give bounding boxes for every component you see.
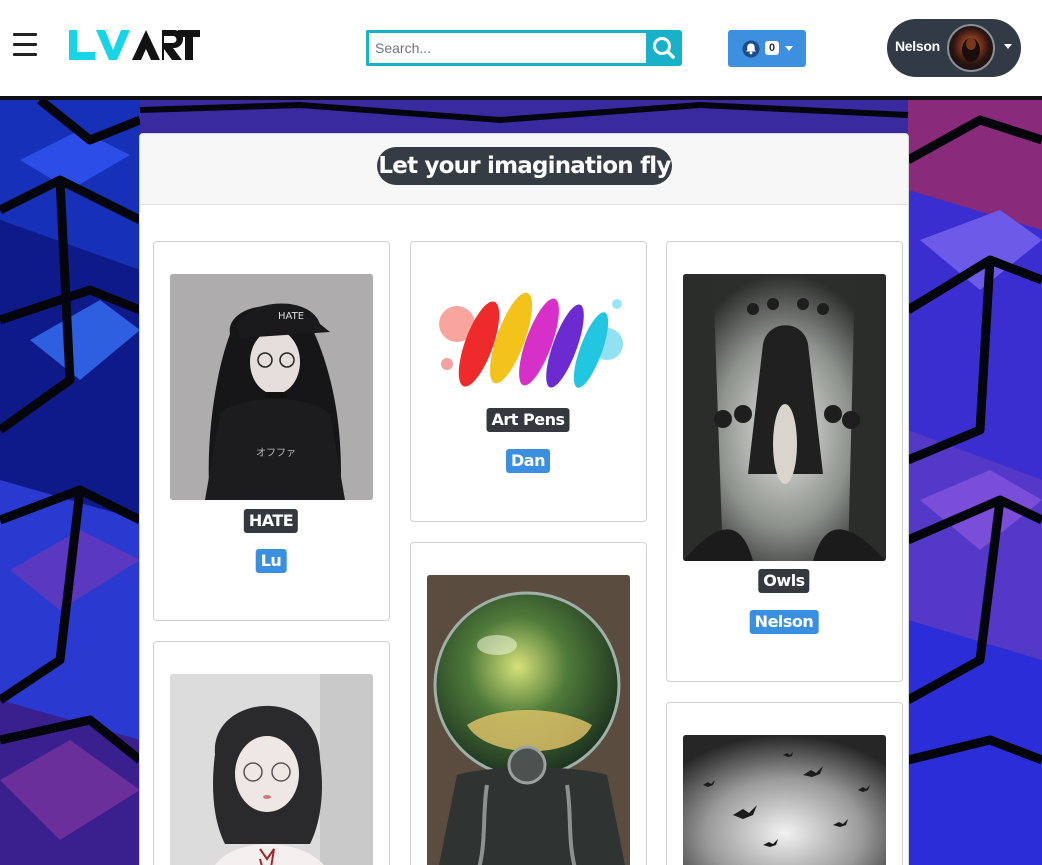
notifications-button[interactable]: 0 xyxy=(728,30,806,67)
artwork-card[interactable] xyxy=(666,702,903,865)
search-input[interactable] xyxy=(366,30,648,66)
avatar xyxy=(947,24,995,72)
artwork-author[interactable]: Dan xyxy=(506,449,550,473)
artwork-author[interactable]: Lu xyxy=(255,549,287,573)
bell-icon xyxy=(742,40,760,58)
artwork-card[interactable]: Owls Nelson xyxy=(666,241,903,682)
chevron-down-icon xyxy=(785,46,793,51)
artwork-card[interactable]: Art Pens Dan xyxy=(410,241,647,522)
search-button[interactable] xyxy=(646,30,682,66)
artwork-image[interactable] xyxy=(683,274,886,561)
svg-text:HATE: HATE xyxy=(278,311,304,322)
artwork-card[interactable]: HATE オフファ HATE Lu xyxy=(153,241,390,621)
artwork-title: Art Pens xyxy=(486,408,570,432)
gallery-panel: Let your imagination fly HATE オフファ HATE … xyxy=(139,133,909,865)
notification-count-badge: 0 xyxy=(765,41,779,55)
search-icon xyxy=(653,37,675,59)
artwork-author[interactable]: Nelson xyxy=(749,610,819,634)
artwork-image[interactable]: HATE オフファ xyxy=(170,274,373,500)
search-bar xyxy=(366,30,682,66)
artwork-title: Owls xyxy=(758,569,810,593)
artwork-title: HATE xyxy=(243,509,299,533)
chevron-down-icon xyxy=(1004,44,1012,49)
user-name: Nelson xyxy=(895,38,940,54)
artwork-image[interactable] xyxy=(170,674,373,865)
user-menu[interactable]: Nelson xyxy=(887,19,1021,77)
artwork-image[interactable] xyxy=(683,735,886,865)
top-navbar: 0 Nelson xyxy=(0,0,1042,100)
artwork-card[interactable] xyxy=(153,641,390,865)
artwork-image[interactable] xyxy=(427,274,630,400)
gallery-header: Let your imagination fly xyxy=(140,134,908,205)
svg-text:オフファ: オフファ xyxy=(256,447,296,459)
artwork-card[interactable] xyxy=(410,542,647,865)
artwork-image[interactable] xyxy=(427,575,630,865)
logo[interactable] xyxy=(66,27,202,67)
page-title: Let your imagination fly xyxy=(377,147,672,185)
menu-icon[interactable] xyxy=(13,33,37,57)
